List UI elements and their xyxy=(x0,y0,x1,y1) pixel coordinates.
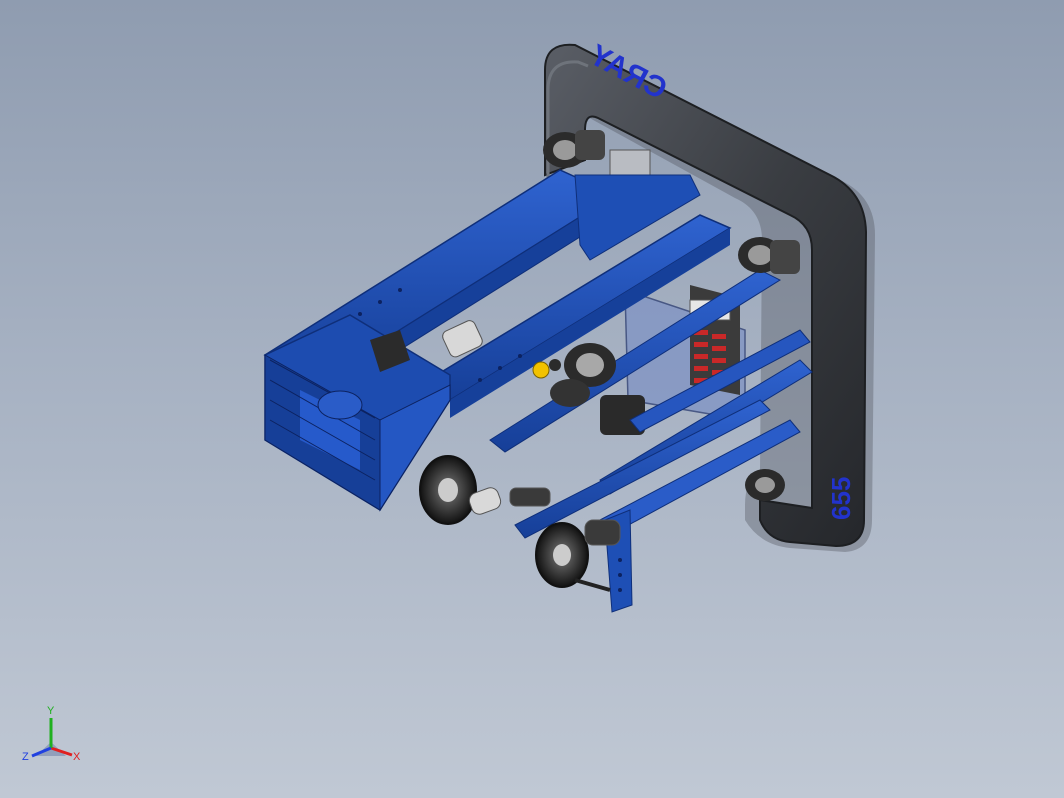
cad-viewport[interactable]: CRAY 655 X Y Z xyxy=(0,0,1064,798)
x-axis-label: X xyxy=(73,751,81,763)
frame-number-text: 655 xyxy=(826,477,856,520)
y-axis-label: Y xyxy=(47,705,55,717)
robot-model[interactable]: CRAY 655 xyxy=(0,0,1064,798)
z-axis-label: Z xyxy=(22,751,29,763)
view-triad[interactable]: X Y Z xyxy=(16,700,86,770)
